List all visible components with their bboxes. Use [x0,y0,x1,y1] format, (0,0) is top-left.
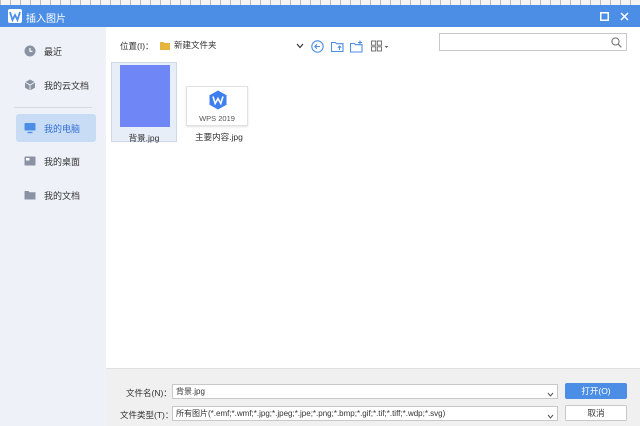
close-icon [619,11,629,21]
view-mode-button[interactable] [370,39,390,53]
chevron-down-icon[interactable] [547,410,554,420]
filetype-label: 文件类型(T)： [120,410,174,420]
maximize-button[interactable] [596,8,612,24]
dialog-footer: 文件名(N)： 背景.jpg 文件类型(T)： 所有图片(*.emf;*.wmf… [106,368,640,426]
filename-value: 背景.jpg [176,387,205,396]
search-icon[interactable] [611,37,622,50]
location-value: 新建文件夹 [174,40,217,50]
sidebar-item-recent[interactable]: 最近 [16,37,96,65]
open-button[interactable]: 打开(O) [565,383,627,399]
location-label: 位置(I)： [120,41,154,51]
chevron-down-icon[interactable] [547,388,554,398]
folder-icon [24,189,36,201]
wps-logo-icon [8,9,22,23]
filetype-select[interactable]: 所有图片(*.emf;*.wmf;*.jpg;*.jpeg;*.jpe;*.pn… [172,406,558,421]
maximize-icon [599,11,609,21]
sidebar: 最近 我的云文档 我的电脑 我的桌面 我的文档 [0,27,106,426]
cloud-cube-icon [24,79,36,91]
file-item-background[interactable]: 背景.jpg [111,62,177,143]
monitor-icon [24,122,36,134]
sidebar-item-documents[interactable]: 我的文档 [16,181,96,209]
new-folder-icon [349,40,363,53]
close-button[interactable] [616,8,632,24]
image-thumbnail [120,65,170,127]
back-button[interactable] [310,39,324,53]
sidebar-divider [14,107,92,108]
dialog-title: 插入图片 [26,14,66,25]
search-input[interactable] [440,34,608,50]
folder-icon [160,41,170,50]
chevron-down-icon [296,41,304,51]
back-arrow-icon [310,39,324,53]
sidebar-item-desktop[interactable]: 我的桌面 [16,147,96,175]
folder-up-icon [330,41,344,52]
grid-view-icon [370,40,388,52]
location-dropdown[interactable]: 新建文件夹 [160,36,306,54]
file-name: 背景.jpg [128,133,160,143]
dialog-titlebar: 插入图片 [0,5,640,27]
wps-logo-icon [208,90,228,110]
desktop-icon [24,155,36,167]
thumbnail-label: WPS 2019 [199,114,235,123]
image-thumbnail: WPS 2019 [186,86,248,126]
clock-icon [24,45,36,57]
cancel-button[interactable]: 取消 [565,405,627,421]
sidebar-item-my-computer[interactable]: 我的电脑 [16,114,96,142]
filetype-value: 所有图片(*.emf;*.wmf;*.jpg;*.jpeg;*.jpe;*.pn… [176,409,446,418]
filename-input[interactable]: 背景.jpg [172,384,558,399]
up-folder-button[interactable] [330,39,344,53]
file-name: 主要内容.jpg [195,132,243,142]
new-folder-button[interactable] [349,39,363,53]
search-box[interactable] [439,33,627,51]
sidebar-item-cloud-docs[interactable]: 我的云文档 [16,71,96,99]
filename-label: 文件名(N)： [126,388,172,398]
